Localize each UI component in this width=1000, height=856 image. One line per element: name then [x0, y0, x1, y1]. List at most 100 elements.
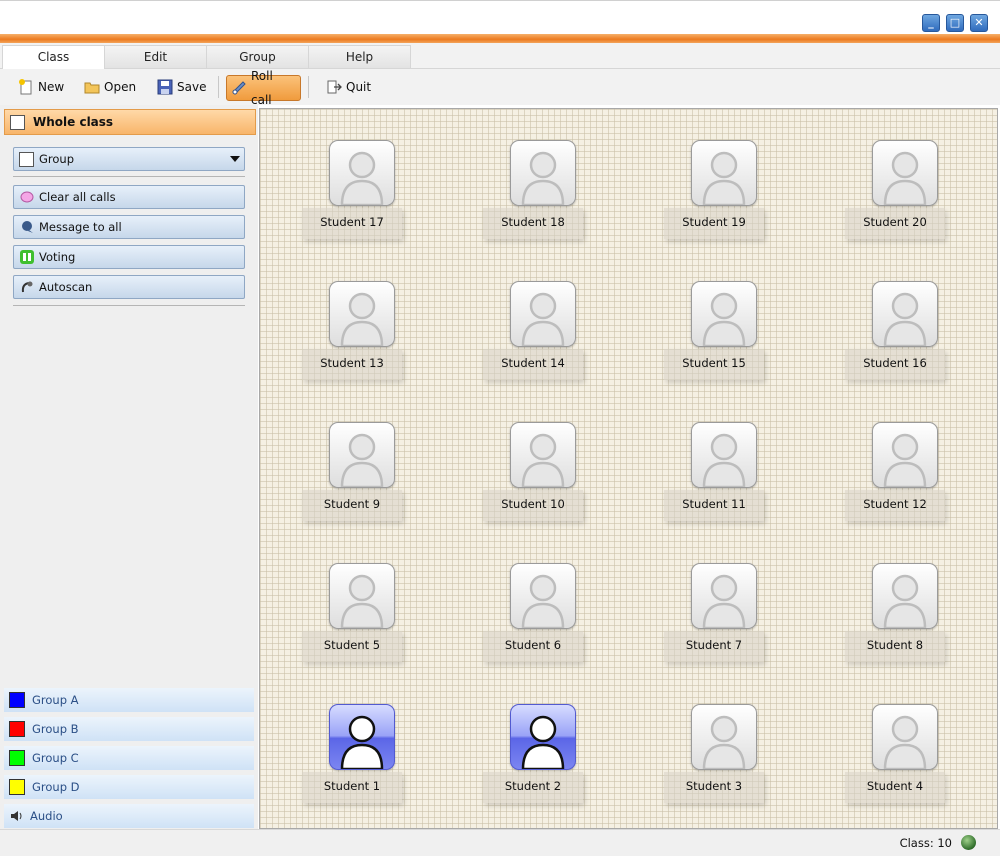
- close-icon: ✕: [974, 16, 984, 29]
- sidebar-item-group-b[interactable]: Group B: [4, 717, 254, 741]
- student-avatar-icon[interactable]: [872, 140, 938, 206]
- quit-button[interactable]: Quit: [322, 75, 377, 99]
- new-label: New: [38, 80, 65, 94]
- student-avatar-icon[interactable]: [691, 281, 757, 347]
- group-b-color-swatch: [9, 721, 25, 737]
- clear-all-calls-button[interactable]: Clear all calls: [13, 185, 245, 209]
- student-tile[interactable]: Student 14: [483, 281, 583, 381]
- student-tile[interactable]: Student 8: [845, 563, 945, 663]
- roll-call-button[interactable]: Roll call: [226, 69, 301, 107]
- open-label: Open: [104, 80, 137, 94]
- student-name-label: Student 1: [302, 772, 402, 803]
- student-tile[interactable]: Student 4: [845, 704, 945, 804]
- voting-icon: [20, 250, 34, 264]
- student-avatar-icon[interactable]: [329, 281, 395, 347]
- student-avatar-icon[interactable]: [329, 422, 395, 488]
- save-disk-icon: [157, 79, 173, 95]
- open-button[interactable]: Open: [80, 75, 142, 99]
- sidebar-divider: [13, 305, 245, 306]
- sidebar-item-audio[interactable]: Audio: [4, 804, 254, 828]
- tab-edit[interactable]: Edit: [104, 45, 207, 68]
- student-name-label: Student 14: [483, 349, 583, 380]
- student-avatar-icon[interactable]: [691, 140, 757, 206]
- toolbar: New Open Save Roll call Quit: [0, 69, 1000, 107]
- folder-icon: [84, 79, 100, 95]
- student-avatar-icon[interactable]: [510, 422, 576, 488]
- student-tile[interactable]: Student 1: [302, 704, 402, 804]
- new-file-icon: [18, 79, 34, 95]
- window-controls: _ □ ✕: [922, 14, 988, 32]
- student-avatar-icon[interactable]: [691, 563, 757, 629]
- sidebar: Whole class Group Clear all calls Messag…: [0, 105, 258, 829]
- student-tile[interactable]: Student 9: [302, 422, 402, 522]
- student-tile[interactable]: Student 19: [664, 140, 764, 240]
- student-avatar-icon[interactable]: [329, 704, 395, 770]
- group-dropdown[interactable]: Group: [13, 147, 245, 171]
- sidebar-item-group-d[interactable]: Group D: [4, 775, 254, 799]
- maximize-button[interactable]: □: [946, 14, 964, 32]
- student-avatar-icon[interactable]: [872, 563, 938, 629]
- new-button[interactable]: New: [14, 75, 70, 99]
- message-to-all-button[interactable]: Message to all: [13, 215, 245, 239]
- student-avatar-icon[interactable]: [872, 281, 938, 347]
- student-avatar-icon[interactable]: [872, 704, 938, 770]
- message-to-all-label: Message to all: [39, 220, 122, 234]
- student-tile[interactable]: Student 17: [302, 140, 402, 240]
- student-name-label: Student 5: [302, 631, 402, 662]
- autoscan-button[interactable]: Autoscan: [13, 275, 245, 299]
- minimize-icon: _: [928, 16, 934, 29]
- student-tile[interactable]: Student 20: [845, 140, 945, 240]
- student-name-label: Student 11: [664, 490, 764, 521]
- whole-class-label: Whole class: [33, 115, 114, 129]
- student-tile[interactable]: Student 6: [483, 563, 583, 663]
- sidebar-divider: [13, 176, 245, 177]
- maximize-icon: □: [949, 16, 961, 29]
- student-tile[interactable]: Student 18: [483, 140, 583, 240]
- student-avatar-icon[interactable]: [510, 704, 576, 770]
- student-avatar-icon[interactable]: [872, 422, 938, 488]
- student-tile[interactable]: Student 12: [845, 422, 945, 522]
- student-name-label: Student 13: [302, 349, 402, 380]
- group-a-label: Group A: [32, 693, 79, 707]
- close-button[interactable]: ✕: [970, 14, 988, 32]
- tab-help[interactable]: Help: [308, 45, 411, 68]
- globe-icon: [961, 835, 976, 850]
- group-d-label: Group D: [32, 780, 80, 794]
- student-name-label: Student 8: [845, 631, 945, 662]
- student-avatar-icon[interactable]: [329, 140, 395, 206]
- menu-tabs: Class Edit Group Help: [0, 43, 1000, 70]
- student-name-label: Student 18: [483, 208, 583, 239]
- speaker-icon: [9, 809, 23, 823]
- student-avatar-icon[interactable]: [510, 281, 576, 347]
- student-avatar-icon[interactable]: [691, 704, 757, 770]
- student-tile[interactable]: Student 15: [664, 281, 764, 381]
- voting-button[interactable]: Voting: [13, 245, 245, 269]
- sidebar-item-group-a[interactable]: Group A: [4, 688, 254, 712]
- student-avatar-icon[interactable]: [510, 140, 576, 206]
- student-name-label: Student 2: [483, 772, 583, 803]
- student-tile[interactable]: Student 10: [483, 422, 583, 522]
- minimize-button[interactable]: _: [922, 14, 940, 32]
- student-tile[interactable]: Student 13: [302, 281, 402, 381]
- student-name-label: Student 7: [664, 631, 764, 662]
- toolbar-separator: [218, 76, 219, 98]
- student-avatar-icon[interactable]: [510, 563, 576, 629]
- student-avatar-icon[interactable]: [329, 563, 395, 629]
- student-tile[interactable]: Student 11: [664, 422, 764, 522]
- student-tile[interactable]: Student 3: [664, 704, 764, 804]
- status-bar: Class: 10: [0, 829, 1000, 856]
- student-avatar-icon[interactable]: [691, 422, 757, 488]
- student-tile[interactable]: Student 16: [845, 281, 945, 381]
- chevron-down-icon: [230, 156, 240, 162]
- message-icon: [20, 220, 34, 234]
- whole-class-item[interactable]: Whole class: [4, 109, 256, 135]
- sidebar-item-group-c[interactable]: Group C: [4, 746, 254, 770]
- student-tile[interactable]: Student 5: [302, 563, 402, 663]
- whole-class-checkbox[interactable]: [10, 114, 25, 130]
- student-tile[interactable]: Student 2: [483, 704, 583, 804]
- tab-class[interactable]: Class: [2, 45, 105, 70]
- clear-calls-icon: [20, 190, 34, 204]
- student-grid: Student 17 Student 18 Student 19 Student 20…: [259, 108, 998, 829]
- save-button[interactable]: Save: [153, 75, 212, 99]
- student-tile[interactable]: Student 7: [664, 563, 764, 663]
